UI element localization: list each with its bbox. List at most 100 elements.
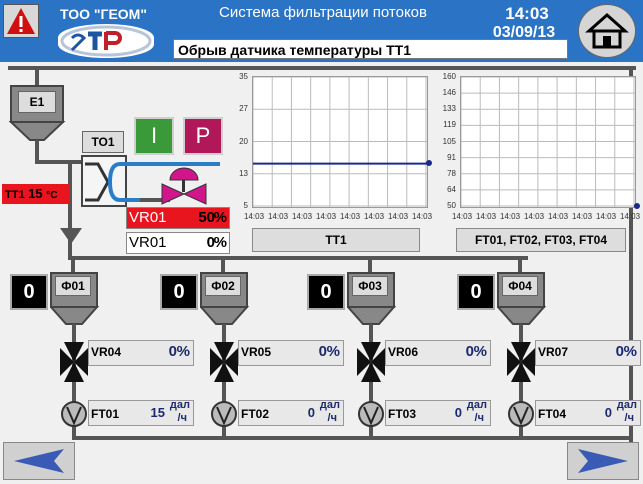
filter-cone bbox=[347, 306, 397, 325]
x-tick-label: 14:03 bbox=[476, 212, 497, 221]
valve-unit: % bbox=[623, 343, 637, 360]
flow-label: FT03 bbox=[388, 407, 417, 421]
valve-label: VR04 bbox=[91, 345, 122, 359]
chart-ft-label: FT01, FT02, FT03, FT04 bbox=[456, 228, 626, 252]
x-tick-label: 14:03 bbox=[388, 212, 409, 221]
system-title: Система фильтрации потоков bbox=[219, 4, 427, 21]
flow-label: FT04 bbox=[538, 407, 567, 421]
flow-value: 0 bbox=[307, 405, 315, 420]
y-tick-label: 27 bbox=[239, 104, 248, 114]
flow-unit-bottom: /ч bbox=[474, 412, 484, 424]
flow-value: 15 bbox=[150, 405, 165, 420]
y-tick-label: 5 bbox=[243, 201, 248, 210]
x-tick-label: 14:03 bbox=[620, 212, 641, 221]
home-icon bbox=[585, 12, 629, 49]
vr01-sub-label: VR01 bbox=[129, 234, 167, 251]
tt1-label: ТТ1 bbox=[5, 189, 25, 201]
x-tick-label: 14:03 bbox=[572, 212, 593, 221]
clock-time: 14:03 bbox=[505, 4, 549, 23]
y-tick-label: 133 bbox=[442, 104, 456, 114]
y-tick-label: 20 bbox=[239, 136, 248, 146]
tt1-unit: °C bbox=[46, 190, 58, 201]
flow-readout: FT02 0 дал/ч bbox=[238, 399, 344, 426]
y-tick-label: 78 bbox=[447, 168, 456, 178]
flow-value: 0 bbox=[604, 405, 612, 420]
filter-count-display: 0 bbox=[457, 274, 495, 310]
valve-unit: % bbox=[176, 343, 190, 360]
x-tick-label: 14:03 bbox=[412, 212, 433, 221]
vr01-sub-unit: % bbox=[213, 234, 227, 251]
y-tick-label: 91 bbox=[447, 152, 456, 162]
valve-unit: % bbox=[326, 343, 340, 360]
valve-label: VR06 bbox=[388, 345, 419, 359]
flow-unit-bottom: /ч bbox=[177, 412, 187, 424]
tank-e1-label: E1 bbox=[18, 91, 56, 113]
x-tick-label: 14:03 bbox=[292, 212, 313, 221]
y-tick-label: 64 bbox=[447, 184, 456, 194]
valve-label: VR05 bbox=[241, 345, 272, 359]
x-tick-label: 14:03 bbox=[596, 212, 617, 221]
x-tick-label: 14:03 bbox=[364, 212, 385, 221]
flow-unit-top: дал bbox=[616, 399, 637, 411]
valve-readout: VR06 0% bbox=[385, 340, 491, 366]
chart-tt1-plot bbox=[252, 76, 427, 207]
distribution-pipe bbox=[68, 256, 528, 260]
x-tick-label: 14:03 bbox=[452, 212, 473, 221]
x-tick-label: 14:03 bbox=[340, 212, 361, 221]
y-tick-label: 13 bbox=[239, 168, 248, 178]
valve-readout: VR05 0% bbox=[238, 340, 344, 366]
filter-cone bbox=[50, 306, 100, 325]
filter-cone bbox=[497, 306, 547, 325]
series-marker bbox=[426, 159, 432, 166]
control-valve-vr01-icon[interactable] bbox=[160, 166, 212, 206]
vr01-label: VR01 bbox=[129, 209, 167, 226]
x-tick-label: 14:03 bbox=[548, 212, 569, 221]
filter-count-display: 0 bbox=[10, 274, 48, 310]
filter-label: Ф02 bbox=[205, 276, 241, 296]
y-tick-label: 119 bbox=[443, 120, 456, 130]
company-logo bbox=[58, 24, 154, 58]
chart-tt1-label: TT1 bbox=[252, 228, 420, 252]
flow-unit-top: дал bbox=[466, 399, 487, 411]
vr01-position-display: VR01 0 % bbox=[126, 232, 230, 254]
vr01-unit: % bbox=[213, 209, 227, 226]
filter-label: Ф01 bbox=[55, 276, 91, 296]
flow-unit-bottom: /ч bbox=[624, 412, 634, 424]
alarm-button[interactable] bbox=[3, 4, 39, 38]
y-tick-label: 35 bbox=[239, 72, 248, 81]
chart-ft bbox=[460, 76, 636, 208]
home-button[interactable] bbox=[578, 4, 636, 58]
valve-readout: VR04 0% bbox=[88, 340, 194, 366]
next-screen-button[interactable] bbox=[567, 442, 639, 480]
flow-unit-top: дал bbox=[169, 399, 190, 411]
flow-label: FT02 bbox=[241, 407, 270, 421]
heat-exchanger-label: ТО1 bbox=[82, 131, 124, 153]
y-tick-label: 105 bbox=[442, 136, 456, 146]
filter-label: Ф03 bbox=[352, 276, 388, 296]
x-tick-label: 14:03 bbox=[500, 212, 521, 221]
arrow-right-icon bbox=[578, 449, 628, 473]
prev-screen-button[interactable] bbox=[3, 442, 75, 480]
chart-tt1 bbox=[252, 76, 428, 208]
flow-unit-top: дал bbox=[319, 399, 340, 411]
alarm-message-field: Обрыв датчика температуры ТТ1 bbox=[173, 39, 568, 59]
x-tick-label: 14:03 bbox=[268, 212, 289, 221]
vr01-setpoint-display: VR01 50 % bbox=[126, 207, 230, 229]
tt1-indicator: ТТ1 15 °C bbox=[2, 184, 70, 204]
x-tick-label: 14:03 bbox=[244, 212, 265, 221]
warning-icon bbox=[7, 8, 35, 34]
manual-mode-button[interactable]: I bbox=[134, 117, 174, 155]
flow-readout: FT03 0 дал/ч bbox=[385, 399, 491, 426]
arrow-left-icon bbox=[14, 449, 64, 473]
top-divider bbox=[8, 66, 636, 70]
x-tick-label: 14:03 bbox=[316, 212, 337, 221]
filter-count-display: 0 bbox=[160, 274, 198, 310]
series-marker bbox=[634, 203, 640, 209]
valve-readout: VR07 0% bbox=[535, 340, 641, 366]
y-tick-label: 146 bbox=[442, 88, 456, 98]
y-tick-label: 160 bbox=[442, 72, 456, 81]
vr01-value: 50 bbox=[198, 209, 215, 226]
parameters-button[interactable]: P bbox=[183, 117, 223, 155]
filter-cone bbox=[200, 306, 250, 325]
chart-ft-plot bbox=[460, 76, 635, 207]
